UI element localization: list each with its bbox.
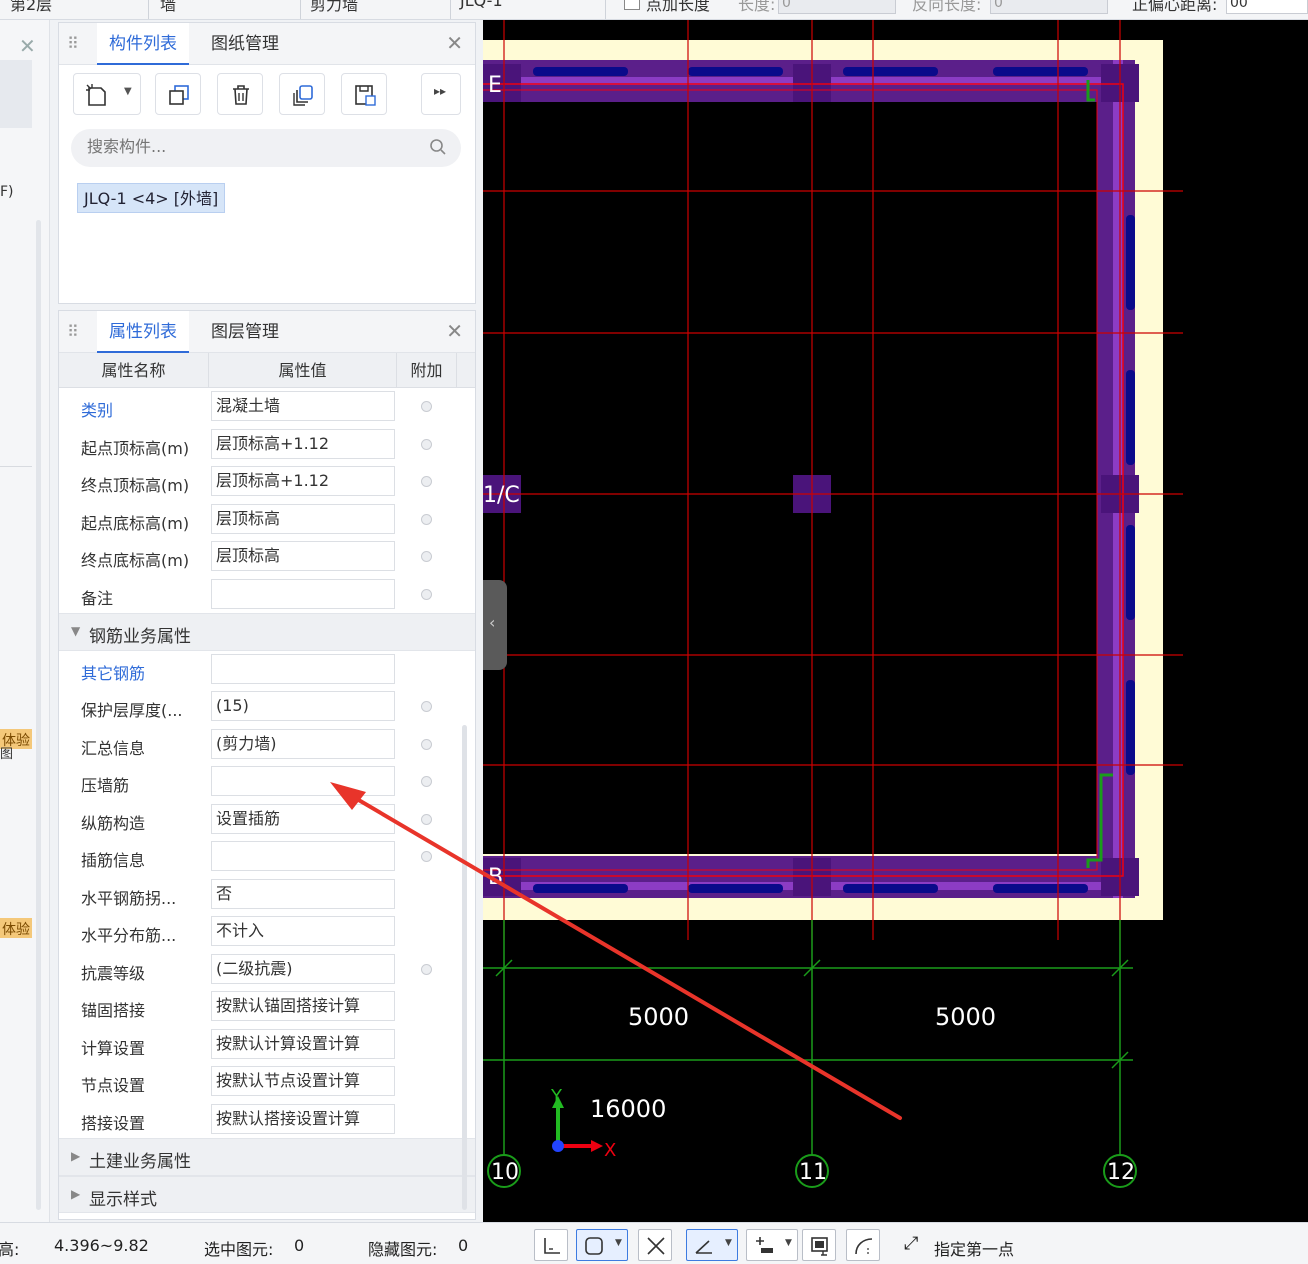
selected-count-value: 0 bbox=[294, 1236, 305, 1255]
hidden-count-label: 隐藏图元: bbox=[368, 1240, 438, 1259]
expand-arrows-icon: ⤢ bbox=[904, 1233, 919, 1254]
intersect-button[interactable] bbox=[638, 1229, 672, 1261]
snap-button[interactable]: ▼ bbox=[576, 1229, 628, 1261]
dropdown-arrow-icon[interactable]: ▼ bbox=[615, 1238, 622, 1248]
selected-count-label: 选中图元: bbox=[204, 1240, 274, 1259]
angle-button[interactable]: ▼ bbox=[686, 1229, 738, 1261]
chevron-left-icon: ‹ bbox=[489, 613, 496, 632]
dynamic-input-button[interactable] bbox=[802, 1229, 836, 1261]
offset-button[interactable]: ▼ bbox=[746, 1229, 798, 1261]
ortho-icon bbox=[544, 1238, 560, 1254]
angle-icon bbox=[695, 1240, 712, 1254]
arc-icon bbox=[855, 1238, 873, 1255]
offset-icon bbox=[756, 1237, 773, 1253]
panel-collapse-handle[interactable]: ‹ bbox=[483, 580, 507, 670]
arc-button[interactable] bbox=[846, 1229, 880, 1261]
annotation-arrow bbox=[330, 782, 902, 1120]
dropdown-arrow-icon[interactable]: ▼ bbox=[725, 1238, 732, 1248]
status-bar: 标高: 4.396~9.82 选中图元: 0 隐藏图元: 0 ▼ ▼ ▼ ⤢ 指… bbox=[0, 1222, 1308, 1264]
hidden-count-value: 0 bbox=[458, 1236, 469, 1255]
command-prompt: 指定第一点 bbox=[934, 1240, 1015, 1259]
dynamic-input-icon bbox=[811, 1237, 828, 1256]
elevation-label: 标高: bbox=[0, 1240, 20, 1259]
dropdown-arrow-icon[interactable]: ▼ bbox=[785, 1238, 792, 1248]
cross-icon bbox=[647, 1237, 665, 1255]
snap-box-icon bbox=[585, 1237, 603, 1255]
ortho-button[interactable] bbox=[534, 1229, 568, 1261]
elevation-value: 4.396~9.82 bbox=[54, 1236, 149, 1255]
